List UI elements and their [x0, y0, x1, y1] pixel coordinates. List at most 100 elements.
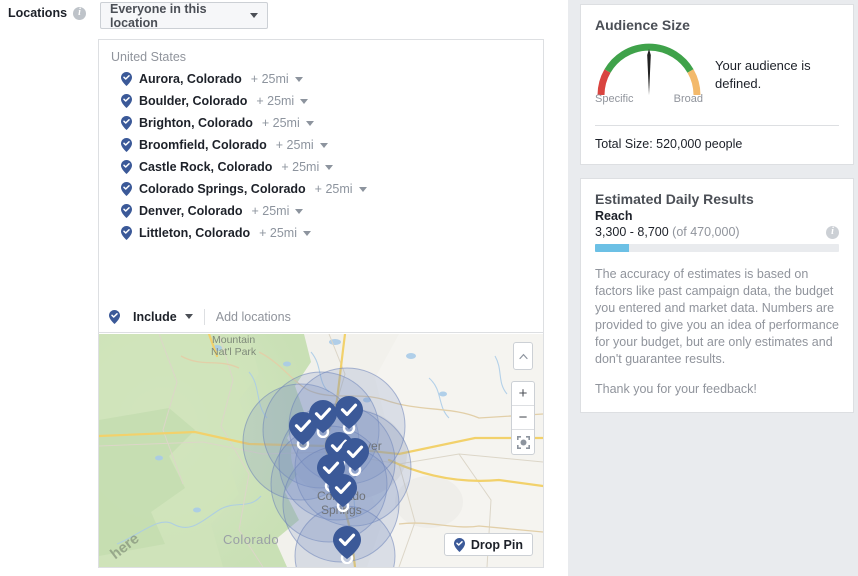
add-locations-input[interactable]	[216, 310, 533, 324]
radius-label: + 25mi	[251, 72, 289, 86]
radius-dropdown[interactable]: + 25mi	[259, 226, 311, 240]
location-name: Denver, Colorado	[139, 204, 243, 218]
radius-dropdown[interactable]: + 25mi	[256, 94, 308, 108]
radius-dropdown[interactable]: + 25mi	[251, 72, 303, 86]
divider	[204, 309, 205, 325]
map-compass-button[interactable]	[513, 342, 533, 370]
map-pin[interactable]	[335, 396, 363, 437]
location-name: Boulder, Colorado	[139, 94, 247, 108]
location-row[interactable]: Aurora, Colorado + 25mi	[99, 68, 543, 90]
location-list: Aurora, Colorado + 25mi Boulder, Colorado +…	[99, 68, 543, 250]
chevron-down-icon	[185, 314, 193, 319]
chevron-down-icon	[306, 121, 314, 126]
audience-type-dropdown[interactable]: Everyone in this location	[100, 2, 268, 29]
feedback-text: Thank you for your feedback!	[581, 368, 853, 412]
chevron-down-icon	[295, 77, 303, 82]
location-row[interactable]: Broomfield, Colorado+ 25mi	[99, 134, 543, 156]
radius-dropdown[interactable]: + 25mi	[281, 160, 333, 174]
map[interactable]: Mountain Nat'l Park Denver Colorado Spri…	[99, 334, 543, 567]
location-name: Brighton, Colorado	[139, 116, 253, 130]
country-label: United States	[99, 40, 543, 68]
location-row[interactable]: Castle Rock, Colorado + 25mi	[99, 156, 543, 178]
radius-label: + 25mi	[276, 138, 314, 152]
reach-row: 3,300 - 8,700 (of 470,000) i	[581, 223, 853, 239]
gauge-high-label: Broad	[674, 93, 703, 105]
map-pin-icon	[109, 310, 120, 324]
location-row[interactable]: Colorado Springs, Colorado + 25mi	[99, 178, 543, 200]
audience-size-title: Audience Size	[581, 5, 853, 33]
location-name: Castle Rock, Colorado	[139, 160, 272, 174]
expand-icon	[517, 436, 530, 449]
drop-pin-label: Drop Pin	[471, 538, 523, 552]
audience-gauge: Specific Broad	[595, 39, 703, 111]
total-size-text: Total Size: 520,000 people	[581, 126, 853, 164]
estimated-results-card: Estimated Daily Results Reach 3,300 - 8,…	[580, 178, 854, 413]
reach-progress-fill	[595, 244, 629, 252]
map-pin-icon	[341, 438, 369, 476]
map-pin-icon	[454, 538, 465, 552]
fullscreen-button[interactable]	[512, 430, 534, 454]
radius-label: + 25mi	[252, 204, 290, 218]
radius-label: + 25mi	[256, 94, 294, 108]
radius-dropdown[interactable]: + 25mi	[262, 116, 314, 130]
info-icon[interactable]: i	[826, 226, 839, 239]
location-name: Aurora, Colorado	[139, 72, 242, 86]
include-label: Include	[133, 310, 177, 324]
zoom-out-button[interactable]: −	[512, 406, 534, 430]
radius-dropdown[interactable]: + 25mi	[315, 182, 367, 196]
map-pin-icon	[333, 526, 361, 564]
location-name: Colorado Springs, Colorado	[139, 182, 306, 196]
include-dropdown[interactable]: Include	[109, 310, 193, 324]
location-row[interactable]: Denver, Colorado + 25mi	[99, 200, 543, 222]
chevron-down-icon	[295, 209, 303, 214]
reach-range: 3,300 - 8,700	[595, 225, 669, 239]
map-pin-icon	[329, 474, 357, 512]
location-name: Littleton, Colorado	[139, 226, 250, 240]
locations-box: United States Aurora, Colorado+ 25miBoul…	[98, 39, 544, 568]
chevron-down-icon	[303, 231, 311, 236]
map-pin-icon	[121, 116, 132, 130]
reach-value: 3,300 - 8,700 (of 470,000)	[595, 225, 740, 239]
radius-label: + 25mi	[315, 182, 353, 196]
info-icon[interactable]: i	[73, 7, 86, 20]
map-pin-icon	[121, 226, 132, 240]
gauge-svg	[595, 39, 703, 99]
estimated-results-title: Estimated Daily Results	[581, 179, 853, 207]
drop-pin-button[interactable]: Drop Pin	[444, 533, 533, 556]
radius-dropdown[interactable]: + 25mi	[252, 204, 304, 218]
radius-label: + 25mi	[281, 160, 319, 174]
map-pin-icon	[121, 204, 132, 218]
audience-status-text: Your audience is defined.	[715, 57, 839, 93]
map-pin-icon	[121, 72, 132, 86]
map-zoom-controls: + −	[511, 381, 535, 455]
gauge-low-label: Specific	[595, 93, 634, 105]
radius-dropdown[interactable]: + 25mi	[276, 138, 328, 152]
map-pin[interactable]	[329, 474, 357, 515]
map-pin-icon	[121, 94, 132, 108]
chevron-down-icon	[359, 187, 367, 192]
location-row[interactable]: Brighton, Colorado + 25mi	[99, 112, 543, 134]
audience-gauge-row: Specific Broad Your audience is defined.	[581, 33, 853, 111]
audience-size-card: Audience Size Specific Broad Y	[580, 4, 854, 165]
location-row[interactable]: Boulder, Colorado + 25mi	[99, 90, 543, 112]
audience-type-label: Everyone in this location	[110, 2, 244, 30]
chevron-down-icon	[250, 13, 258, 18]
page-title: Locations	[8, 6, 67, 20]
map-pin[interactable]	[341, 438, 369, 479]
zoom-in-button[interactable]: +	[512, 382, 534, 406]
location-row[interactable]: Littleton, Colorado + 25mi	[99, 222, 543, 244]
chevron-down-icon	[325, 165, 333, 170]
locations-header: Locations i	[8, 6, 86, 20]
radius-label: + 25mi	[262, 116, 300, 130]
radius-label: + 25mi	[259, 226, 297, 240]
reach-progress-bar	[595, 244, 839, 252]
chevron-down-icon	[320, 143, 328, 148]
reach-of-total: (of 470,000)	[672, 225, 739, 239]
chevron-up-icon	[519, 353, 528, 360]
locations-panel: Locations i Everyone in this location Un…	[0, 0, 568, 576]
map-pin-icon	[121, 182, 132, 196]
include-bar: Include	[99, 301, 543, 333]
map-pin[interactable]	[333, 526, 361, 567]
right-sidebar: Audience Size Specific Broad Y	[576, 0, 858, 576]
map-pin-icon	[121, 160, 132, 174]
